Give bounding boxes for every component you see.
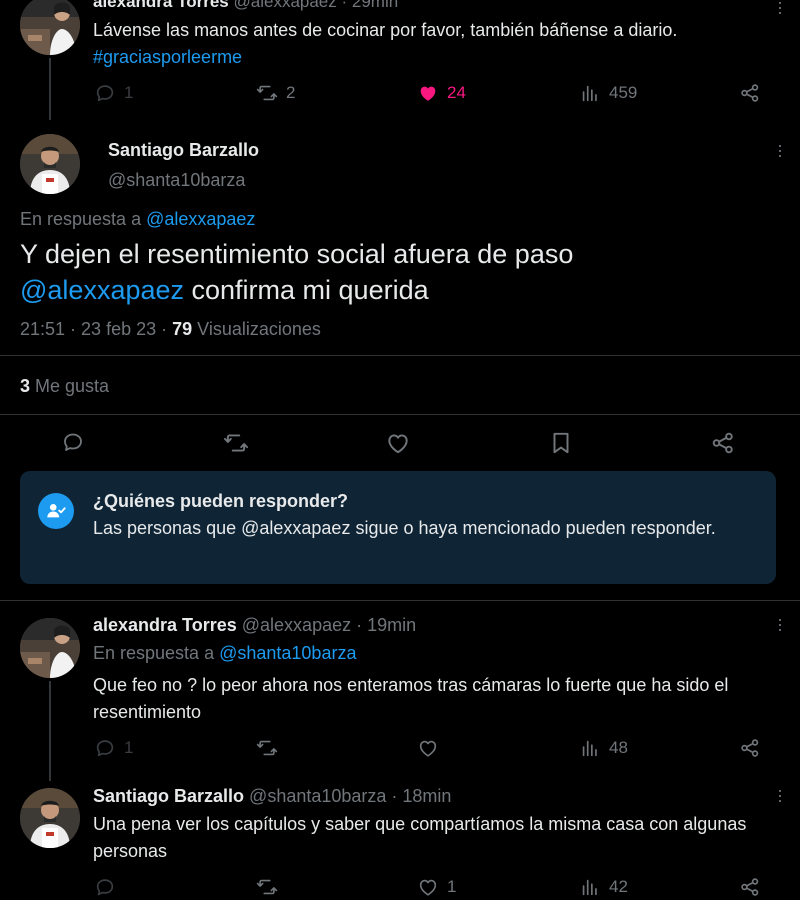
tweet-header: Santiago Barzallo @shanta10barza · 18min xyxy=(93,785,451,807)
reply-count: 1 xyxy=(124,738,134,757)
views-icon xyxy=(579,737,601,759)
tweet-text-line: Y dejen el resentimiento social afuera d… xyxy=(20,239,574,269)
author-handle[interactable]: @shanta10barza · 18min xyxy=(249,786,451,806)
tweet-header: alexandra Torres @alexxapaez · 19min xyxy=(93,614,416,636)
author-handle[interactable]: @alexxapaez · 19min xyxy=(242,615,416,635)
tweet-meta: 21:51 · 23 feb 23 · 79 Visualizaciones xyxy=(20,318,321,340)
share-button[interactable] xyxy=(710,430,736,456)
share-icon xyxy=(739,737,761,759)
views-count: 42 xyxy=(609,877,628,896)
reply-icon xyxy=(94,876,116,898)
likes-label: Me gusta xyxy=(30,376,110,396)
card-body: Las personas que @alexxapaez sigue o hay… xyxy=(93,518,716,538)
reply-button[interactable] xyxy=(94,876,116,898)
more-icon[interactable]: ··· xyxy=(771,788,791,803)
bookmark-icon xyxy=(548,430,574,456)
like-button[interactable] xyxy=(385,430,411,456)
views-button[interactable]: 42 xyxy=(579,876,628,898)
reply-to-link[interactable]: @alexxapaez xyxy=(146,209,255,229)
tweet-text-line: @alexxapaez confirma mi querida xyxy=(20,272,780,308)
views-label: Visualizaciones xyxy=(192,319,321,339)
who-can-reply-card: ¿Quiénes pueden responder? Las personas … xyxy=(20,471,776,584)
card-title: ¿Quiénes pueden responder? xyxy=(93,491,349,511)
share-icon xyxy=(710,430,736,456)
like-icon xyxy=(417,737,439,759)
share-icon xyxy=(739,82,761,104)
retweet-icon xyxy=(256,737,278,759)
like-count: 24 xyxy=(447,83,466,102)
reply-count: 1 xyxy=(124,83,134,102)
share-icon xyxy=(739,876,761,898)
retweet-button[interactable]: 2 xyxy=(256,82,295,104)
like-button[interactable]: 24 xyxy=(417,82,466,104)
reply-context: En respuesta a @alexxapaez xyxy=(20,208,255,230)
thread-line xyxy=(49,58,51,120)
like-filled-icon xyxy=(417,82,439,104)
people-check-icon xyxy=(38,493,74,529)
author-handle[interactable]: @shanta10barza xyxy=(108,169,245,191)
reply-icon xyxy=(94,82,116,104)
tweet-text: Una pena ver los capítulos y saber que c… xyxy=(93,814,747,861)
like-icon xyxy=(385,430,411,456)
reply-to-link[interactable]: @shanta10barza xyxy=(219,643,356,663)
retweet-icon xyxy=(256,82,278,104)
author-name[interactable]: alexandra Torres xyxy=(93,615,237,635)
views-button[interactable]: 459 xyxy=(579,82,637,104)
avatar[interactable] xyxy=(20,0,80,55)
reply-icon xyxy=(61,430,85,454)
like-button[interactable]: 1 xyxy=(417,876,456,898)
reply-prefix: En respuesta a xyxy=(20,209,142,229)
views-count: 79 xyxy=(172,319,193,339)
reply-icon xyxy=(94,737,116,759)
retweet-button[interactable] xyxy=(256,737,278,759)
tweet-text: Y dejen el resentimiento social afuera d… xyxy=(20,236,780,308)
thread-line xyxy=(49,681,51,781)
views-count: 459 xyxy=(609,83,638,102)
author-name[interactable]: Santiago Barzallo xyxy=(93,786,244,806)
tweet-text-rest: confirma mi querida xyxy=(184,275,429,305)
more-icon[interactable]: ··· xyxy=(771,0,791,15)
timestamp[interactable]: 21:51 · 23 feb 23 · xyxy=(20,319,172,339)
tweet-header: alexandra Torres @alexxapaez · 29min xyxy=(93,0,398,12)
author-name[interactable]: Santiago Barzallo xyxy=(108,139,259,161)
more-icon[interactable]: ··· xyxy=(771,617,791,632)
retweet-count: 2 xyxy=(286,83,296,102)
reply-context: En respuesta a @shanta10barza xyxy=(93,642,356,664)
divider xyxy=(0,355,800,356)
views-icon xyxy=(579,876,601,898)
avatar[interactable] xyxy=(20,134,80,194)
views-button[interactable]: 48 xyxy=(579,737,628,759)
retweet-icon xyxy=(223,430,249,456)
like-icon xyxy=(417,876,439,898)
like-count: 1 xyxy=(447,877,457,896)
tweet-text: Lávense las manos antes de cocinar por f… xyxy=(93,20,678,40)
likes-summary[interactable]: 3 Me gusta xyxy=(20,375,109,397)
share-button[interactable] xyxy=(739,737,761,759)
bookmark-button[interactable] xyxy=(548,430,574,456)
avatar[interactable] xyxy=(20,788,80,848)
views-icon xyxy=(579,82,601,104)
divider xyxy=(0,414,800,415)
retweet-button[interactable] xyxy=(223,430,249,456)
reply-button[interactable] xyxy=(61,430,85,454)
views-count: 48 xyxy=(609,738,628,757)
author-name[interactable]: alexandra Torres xyxy=(93,0,229,11)
likes-count: 3 xyxy=(20,376,31,396)
reply-button[interactable]: 1 xyxy=(94,82,133,104)
reply-prefix: En respuesta a xyxy=(93,643,215,663)
retweet-icon xyxy=(256,876,278,898)
more-icon[interactable]: ··· xyxy=(771,143,791,158)
tweet-text: Que feo no ? lo peor ahora nos enteramos… xyxy=(93,675,729,722)
avatar[interactable] xyxy=(20,618,80,678)
divider xyxy=(0,600,800,601)
mention-link[interactable]: @alexxapaez xyxy=(20,275,184,305)
share-button[interactable] xyxy=(739,82,761,104)
share-button[interactable] xyxy=(739,876,761,898)
like-button[interactable] xyxy=(417,737,439,759)
hashtag-link[interactable]: #graciasporleerme xyxy=(93,45,242,69)
author-handle[interactable]: @alexxapaez · 29min xyxy=(234,0,399,11)
reply-button[interactable]: 1 xyxy=(94,737,133,759)
retweet-button[interactable] xyxy=(256,876,278,898)
